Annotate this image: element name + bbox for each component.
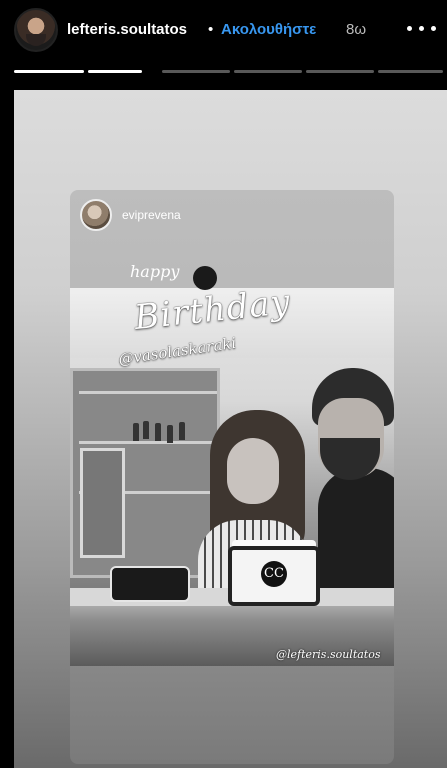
story-progress-segment xyxy=(234,70,302,73)
story-progress-segment xyxy=(162,70,230,73)
separator-dot: • xyxy=(208,21,214,38)
story-progress-segment xyxy=(88,70,142,73)
story-progress-segment xyxy=(378,70,443,73)
username-link[interactable]: lefteris.soultatos xyxy=(67,21,187,38)
balloon-icon xyxy=(193,266,217,290)
mention-sticker[interactable]: @vasolaskaraki xyxy=(117,334,237,368)
shared-post-username: eviprevena xyxy=(122,208,181,222)
story-header: lefteris.soultatos • Ακολουθήστε 8ω xyxy=(0,0,447,90)
story-progress-segment xyxy=(14,70,84,73)
profile-avatar[interactable] xyxy=(14,8,58,52)
shared-post-avatar xyxy=(80,199,112,231)
story-progress-segment xyxy=(306,70,374,73)
post-timestamp: 8ω xyxy=(346,21,367,38)
cake-logo-icon: CC xyxy=(261,561,287,587)
more-options-icon[interactable] xyxy=(404,16,440,40)
sticker-birthday: Birthday xyxy=(132,281,293,339)
follow-button[interactable]: Ακολουθήστε xyxy=(221,21,316,38)
photo-credit-mention[interactable]: @lefteris.soultatos xyxy=(276,648,380,661)
sticker-happy: happy xyxy=(130,262,180,281)
